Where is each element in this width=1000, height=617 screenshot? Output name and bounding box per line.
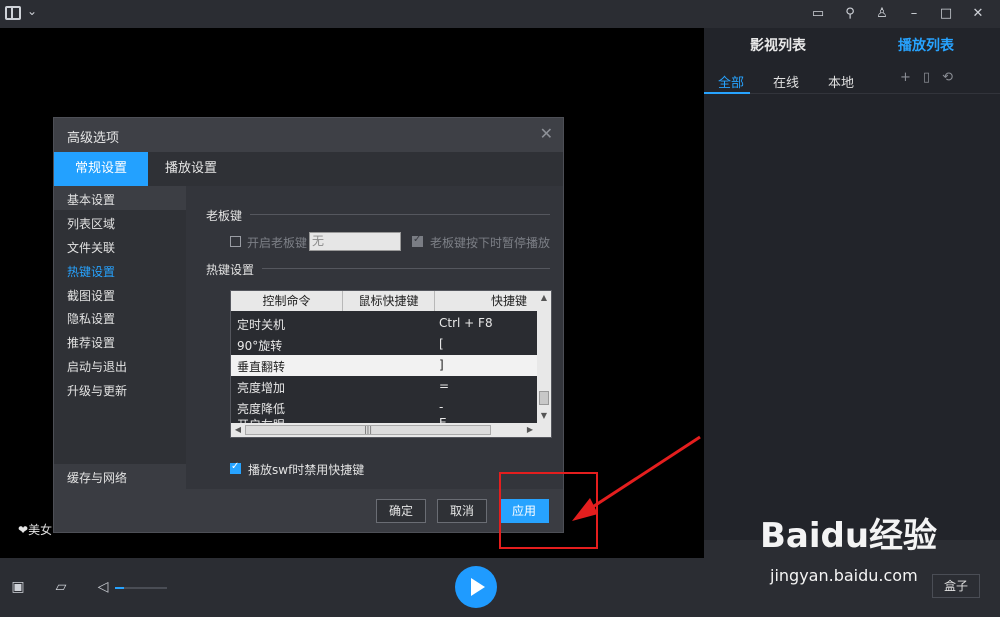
table-row[interactable]: 90°旋转 [ [231, 334, 537, 355]
open-folder-icon[interactable]: ▱ [52, 578, 70, 596]
feedback-icon[interactable]: ▭ [808, 4, 828, 24]
disable-hotkeys-swf-checkbox[interactable] [230, 461, 241, 474]
sidebar-item-hotkeys[interactable]: 热键设置 [67, 263, 115, 280]
dialog-footer: 确定 取消 应用 [54, 489, 563, 532]
video-overlay-label[interactable]: ❤美女 [18, 521, 52, 538]
table-row-selected[interactable]: 垂直翻转 ] [231, 355, 537, 376]
advanced-options-dialog: 高级选项 ✕ 常规设置 播放设置 基本设置 列表区域 文件关联 热键设置 截图设… [53, 117, 564, 533]
play-button[interactable] [455, 566, 497, 608]
scroll-up-icon[interactable]: ▲ [537, 293, 551, 302]
boss-key-input[interactable]: 无 [309, 232, 401, 251]
divider [250, 214, 550, 215]
ok-button[interactable]: 确定 [376, 499, 426, 523]
active-filter-underline [704, 92, 750, 94]
dialog-title: 高级选项 [67, 131, 120, 146]
column-command[interactable]: 控制命令 [231, 291, 343, 311]
table-vertical-scrollbar[interactable]: ▲ ▼ [537, 291, 551, 423]
scroll-down-icon[interactable]: ▼ [537, 411, 551, 420]
toolbox-icon[interactable]: ▣ [9, 578, 27, 596]
heart-icon: ❤ [18, 523, 29, 537]
chevron-down-icon[interactable]: ⌄ [27, 4, 37, 18]
title-bar: ⌄ ▭ ⚲ ♙ – □ ✕ [0, 0, 1000, 28]
divider [262, 268, 550, 269]
enable-boss-key-checkbox[interactable] [230, 236, 241, 247]
loop-icon[interactable]: ⟲ [942, 70, 953, 85]
filter-local[interactable]: 本地 [828, 72, 854, 91]
sidebar-item-recommend[interactable]: 推荐设置 [67, 334, 115, 351]
close-icon[interactable]: ✕ [968, 4, 988, 24]
table-horizontal-scrollbar[interactable]: ◀ ||| ▶ [231, 423, 551, 437]
dialog-title-bar: 高级选项 ✕ [54, 118, 563, 152]
cancel-button[interactable]: 取消 [437, 499, 487, 523]
playlist-filter-bar: 全部 在线 本地 + ▯ ⟲ [704, 64, 1000, 94]
pause-on-boss-key-label: 老板键按下时暂停播放 [430, 236, 551, 250]
scroll-thumb[interactable]: ||| [245, 425, 491, 435]
sidebar-item-file-assoc[interactable]: 文件关联 [67, 239, 115, 256]
box-button[interactable]: 盒子 [932, 574, 980, 598]
close-icon[interactable]: ✕ [540, 124, 553, 143]
hotkey-section-title: 热键设置 [206, 263, 255, 277]
enable-boss-key-label: 开启老板键 [247, 236, 308, 250]
watermark-url: jingyan.baidu.com [770, 566, 918, 585]
tab-playlist[interactable]: 播放列表 [852, 28, 1000, 64]
volume-fill [115, 587, 125, 589]
table-row[interactable]: 亮度增加 = [231, 376, 537, 397]
boss-key-section-title: 老板键 [206, 209, 243, 223]
pause-on-boss-key-checkbox[interactable] [412, 234, 423, 247]
sidebar-item-startup-exit[interactable]: 启动与退出 [67, 358, 127, 375]
table-row[interactable]: 定时关机 Ctrl + F8 [231, 313, 537, 334]
sidebar-item-basic[interactable]: 基本设置 [67, 191, 115, 208]
disable-hotkeys-swf-label: 播放swf时禁用快捷键 [248, 463, 365, 477]
table-row[interactable]: 亮度降低 - [231, 397, 537, 418]
tab-playback-settings[interactable]: 播放设置 [148, 152, 234, 186]
column-mouse-shortcut[interactable]: 鼠标快捷键 [343, 291, 435, 311]
tab-general-settings[interactable]: 常规设置 [54, 152, 148, 186]
column-shortcut[interactable]: 快捷键 [435, 291, 537, 311]
layout-icon[interactable] [5, 6, 21, 20]
watermark-brand: Baidu经验 [760, 516, 938, 556]
sidebar-item-cache-network[interactable]: 缓存与网络 [54, 464, 186, 489]
settings-content: 老板键 开启老板键 无 老板键按下时暂停播放 热键设置 控制命令 鼠标快捷键 快… [186, 186, 563, 489]
scroll-left-icon[interactable]: ◀ [231, 425, 245, 434]
hotkey-table: 控制命令 鼠标快捷键 快捷键 定时关机 Ctrl + F8 90°旋转 [ 垂直… [230, 290, 552, 438]
filter-online[interactable]: 在线 [773, 72, 799, 91]
settings-sidebar: 基本设置 列表区域 文件关联 热键设置 截图设置 隐私设置 推荐设置 启动与退出… [54, 186, 186, 489]
sidebar-item-upgrade[interactable]: 升级与更新 [67, 382, 127, 399]
sidebar-item-screenshot[interactable]: 截图设置 [67, 287, 115, 304]
delete-file-icon[interactable]: ▯ [923, 70, 930, 85]
pin-icon[interactable]: ⚲ [840, 4, 860, 24]
sidebar-item-privacy[interactable]: 隐私设置 [67, 310, 115, 327]
annotation-highlight-box [499, 472, 598, 549]
filter-all[interactable]: 全部 [718, 72, 744, 91]
tab-movie-list[interactable]: 影视列表 [704, 28, 852, 64]
dialog-tabs: 常规设置 播放设置 [54, 152, 563, 186]
sidebar-item-list-area[interactable]: 列表区域 [67, 215, 115, 232]
playlist-panel: 影视列表 播放列表 全部 在线 本地 + ▯ ⟲ [704, 28, 1000, 558]
volume-icon[interactable]: ◁ [94, 578, 112, 596]
table-header: 控制命令 鼠标快捷键 快捷键 [231, 291, 537, 311]
add-icon[interactable]: + [900, 70, 911, 85]
volume-slider[interactable] [115, 587, 167, 589]
scroll-thumb[interactable] [539, 391, 549, 405]
scroll-right-icon[interactable]: ▶ [523, 425, 537, 434]
maximize-icon[interactable]: □ [936, 4, 956, 24]
skin-icon[interactable]: ♙ [872, 4, 892, 24]
minimize-icon[interactable]: – [904, 4, 924, 24]
